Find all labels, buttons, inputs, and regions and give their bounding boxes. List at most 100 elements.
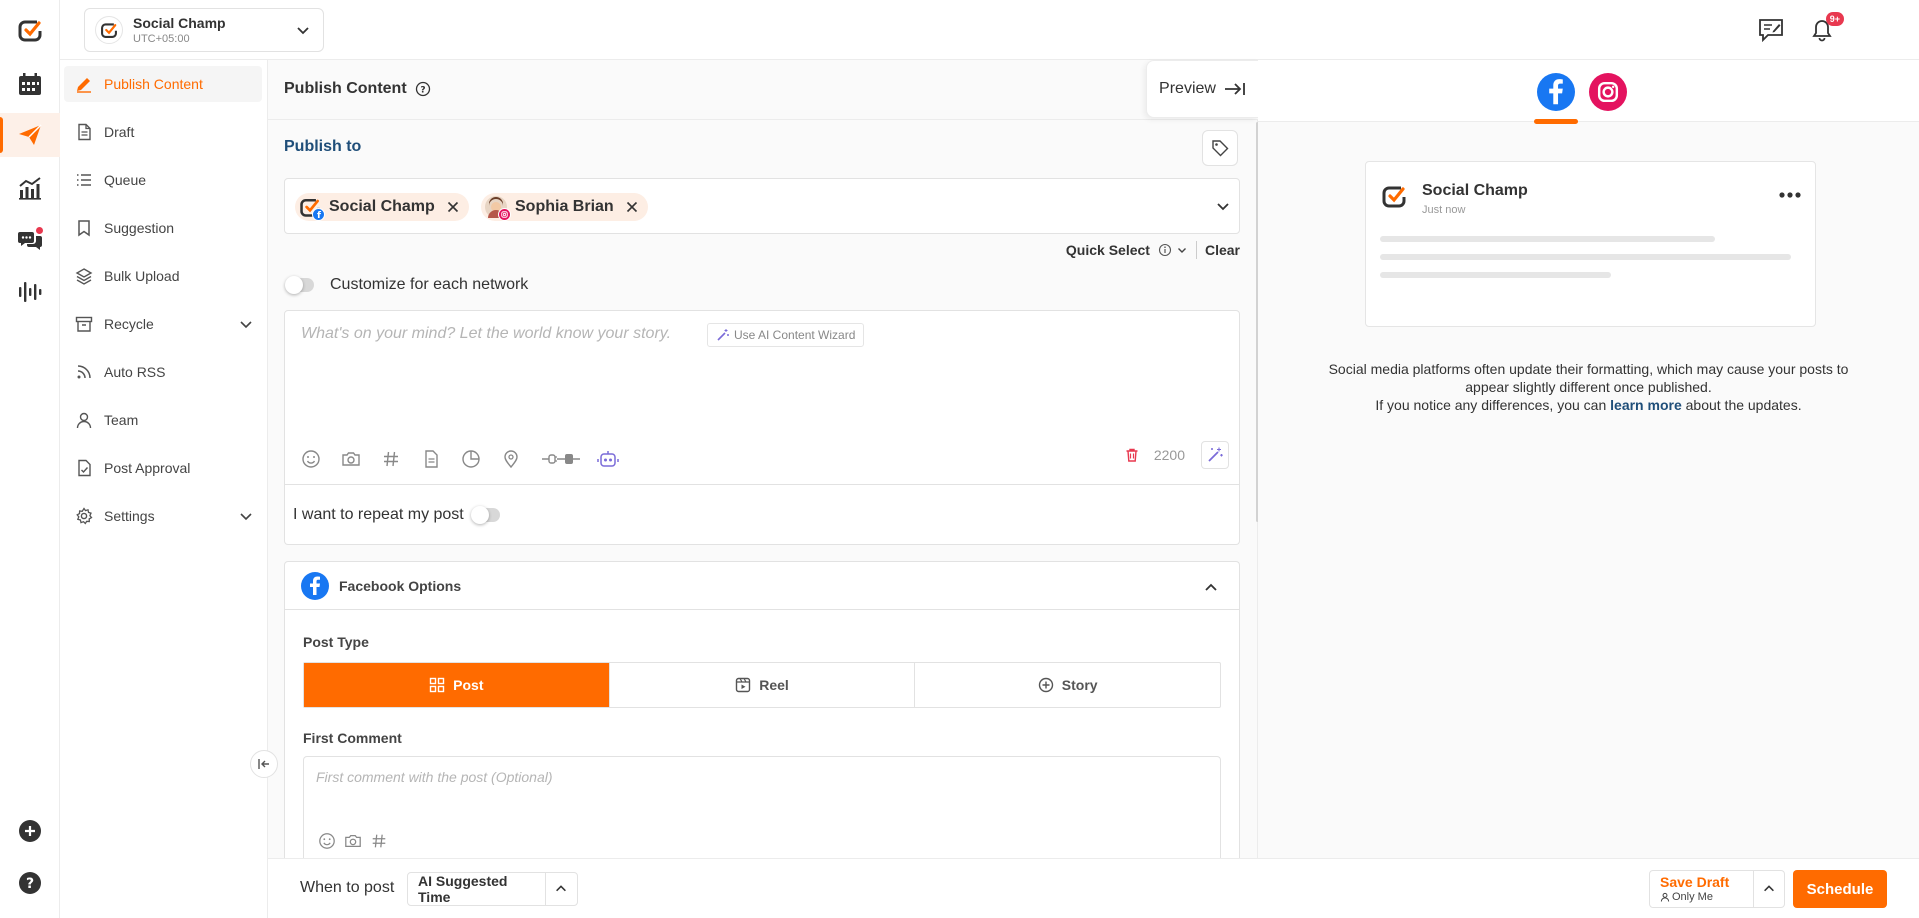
sidebar-item-bulk-upload[interactable]: Bulk Upload (64, 258, 262, 294)
quick-select-button[interactable]: Quick Select (1066, 242, 1150, 258)
save-draft-visibility: Only Me (1660, 891, 1743, 903)
account-selector[interactable]: Social Champ UTC+05:00 (84, 8, 324, 52)
character-count: 2200 (1153, 447, 1185, 463)
preview-toggle-button[interactable]: Preview (1146, 60, 1258, 118)
sidebar-item-draft[interactable]: Draft (64, 114, 262, 150)
rss-icon (74, 362, 94, 382)
facebook-options-header[interactable]: Facebook Options (285, 562, 1239, 610)
media-button[interactable] (344, 829, 370, 853)
skeleton-line (1380, 236, 1715, 242)
sidebar-item-team[interactable]: Team (64, 402, 262, 438)
emoji-button[interactable] (318, 829, 344, 853)
chevron-up-icon (546, 882, 578, 896)
poll-button[interactable] (461, 447, 501, 471)
sidebar-item-publish-content[interactable]: Publish Content (64, 66, 262, 102)
post-type-story[interactable]: Story (915, 663, 1220, 707)
post-editor[interactable]: What's on your mind? Let the world know … (284, 310, 1240, 485)
schedule-button[interactable]: Schedule (1793, 870, 1887, 908)
pie-chart-icon (462, 450, 480, 468)
document-icon (425, 450, 438, 468)
preview-label: Preview (1159, 80, 1216, 97)
bottom-action-bar: When to post AI Suggested Time Save Draf… (268, 858, 1919, 918)
page-title: Publish Content ? (284, 80, 431, 98)
social-champ-logo-icon (101, 23, 117, 38)
plug-icon (542, 454, 580, 464)
more-options-icon[interactable] (1779, 192, 1801, 198)
camera-icon (345, 834, 361, 848)
app-logo[interactable] (0, 8, 60, 52)
rail-inbox[interactable] (0, 218, 60, 262)
save-draft-main[interactable]: Save Draft Only Me (1650, 871, 1754, 907)
sidebar-item-label: Auto RSS (104, 364, 166, 380)
rail-help[interactable]: ? (0, 861, 60, 905)
clear-button[interactable]: Clear (1205, 242, 1240, 258)
remove-profile-button[interactable] (447, 201, 459, 213)
profile-chip-social-champ[interactable]: f Social Champ (295, 193, 469, 221)
ai-content-wizard-button[interactable]: Use AI Content Wizard (707, 323, 865, 347)
repeat-post-toggle[interactable] (470, 505, 500, 524)
archive-icon (74, 314, 94, 334)
sidebar-item-auto-rss[interactable]: Auto RSS (64, 354, 262, 390)
hashtag-button[interactable] (370, 829, 396, 853)
rail-listening[interactable] (0, 270, 60, 314)
hashtag-button[interactable] (381, 447, 421, 471)
help-icon[interactable]: ? (415, 81, 431, 97)
quick-select-row: Quick Select Clear (1064, 240, 1240, 260)
first-comment-box[interactable]: First comment with the post (Optional) (303, 756, 1221, 859)
user-icon (74, 410, 94, 430)
formatting-notice: Social media platforms often update thei… (1328, 360, 1849, 414)
rail-add[interactable] (0, 809, 60, 853)
facebook-badge-icon: f (312, 208, 325, 221)
camera-icon (342, 452, 360, 466)
sidebar-item-settings[interactable]: Settings (64, 498, 262, 534)
rail-analytics[interactable] (0, 166, 60, 210)
sidebar-item-suggestion[interactable]: Suggestion (64, 210, 262, 246)
emoji-button[interactable] (301, 447, 341, 471)
tag-button[interactable] (1202, 130, 1238, 166)
profile-selector[interactable]: f Social Champ Sophia Brian (284, 178, 1240, 234)
save-draft-button[interactable]: Save Draft Only Me (1649, 870, 1785, 908)
trash-icon[interactable] (1124, 447, 1140, 463)
notifications-button[interactable]: 9+ (1808, 12, 1844, 44)
first-comment-label: First Comment (303, 730, 402, 746)
sidebar-item-post-approval[interactable]: Post Approval (64, 450, 262, 486)
rail-publish[interactable] (0, 113, 60, 157)
post-time-selector[interactable]: AI Suggested Time (407, 872, 578, 906)
info-icon[interactable] (1158, 243, 1172, 257)
ai-assistant-button[interactable] (597, 447, 637, 471)
preview-panel: Social Champ Just now Social media platf… (1258, 60, 1919, 858)
sidebar-item-queue[interactable]: Queue (64, 162, 262, 198)
post-type-post[interactable]: Post (304, 663, 610, 707)
media-button[interactable] (341, 447, 381, 471)
ai-enhance-button[interactable] (1201, 441, 1229, 469)
help-circle-icon: ? (19, 872, 41, 894)
profile-chip-sophia-brian[interactable]: Sophia Brian (481, 193, 648, 221)
post-type-reel[interactable]: Reel (610, 663, 916, 707)
editor-header: Publish Content ? Preview (268, 60, 1258, 120)
remove-profile-button[interactable] (626, 201, 638, 213)
sidebar-item-label: Bulk Upload (104, 268, 180, 284)
reel-icon (736, 677, 751, 693)
save-draft-options[interactable] (1754, 871, 1784, 907)
customize-network-toggle[interactable] (285, 276, 314, 294)
integrations-button[interactable] (541, 447, 597, 471)
sidebar-item-recycle[interactable]: Recycle (64, 306, 262, 342)
sidebar-item-label: Post Approval (104, 460, 191, 476)
preview-tab-instagram[interactable] (1588, 72, 1628, 112)
account-text: Social Champ UTC+05:00 (133, 15, 226, 45)
collapse-sidebar-button[interactable] (250, 750, 278, 778)
first-comment-input[interactable]: First comment with the post (Optional) (316, 769, 553, 785)
close-icon (626, 201, 637, 213)
chevron-down-icon[interactable] (1215, 198, 1231, 214)
chevron-down-icon[interactable] (1176, 244, 1188, 256)
location-button[interactable] (501, 447, 541, 471)
svg-text:?: ? (26, 876, 34, 892)
rail-calendar[interactable] (0, 62, 60, 106)
sidebar-item-label: Draft (104, 124, 135, 140)
preview-tab-facebook[interactable] (1534, 72, 1578, 124)
learn-more-link[interactable]: learn more (1610, 397, 1682, 413)
feedback-button[interactable] (1757, 16, 1785, 44)
post-text-input[interactable]: What's on your mind? Let the world know … (301, 325, 671, 343)
chevron-up-icon (1205, 583, 1217, 591)
templates-button[interactable] (421, 447, 461, 471)
